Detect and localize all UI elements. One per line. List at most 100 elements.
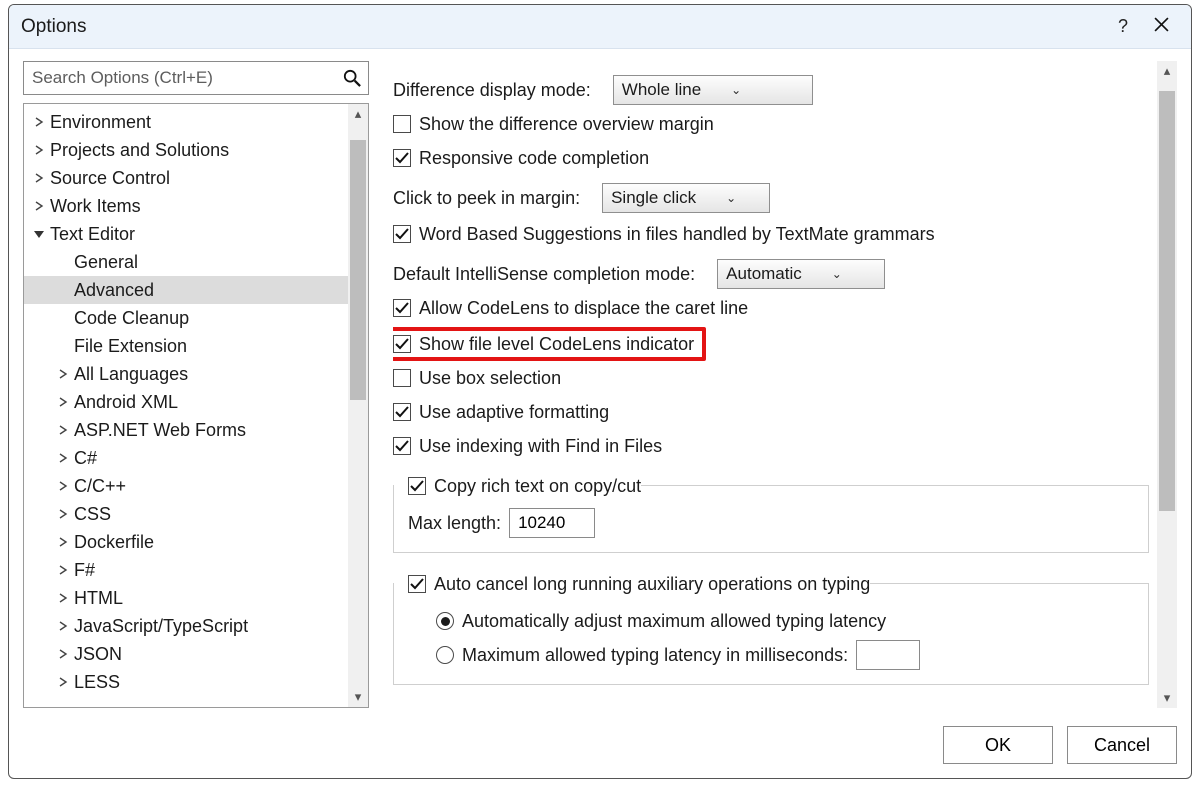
chevron-right-icon[interactable] <box>56 565 70 575</box>
chevron-right-icon[interactable] <box>32 201 46 211</box>
responsive-completion-row[interactable]: Responsive code completion <box>393 143 1149 173</box>
max-length-input[interactable] <box>509 508 595 538</box>
use-indexing-find-row[interactable]: Use indexing with Find in Files <box>393 431 1149 461</box>
chevron-right-icon[interactable] <box>32 145 46 155</box>
tree-item[interactable]: File Extension <box>24 332 348 360</box>
scroll-up-icon[interactable]: ▴ <box>1157 61 1177 81</box>
diff-mode-combo[interactable]: Whole line ⌄ <box>613 75 813 105</box>
tree-item[interactable]: JavaScript/TypeScript <box>24 612 348 640</box>
responsive-completion-checkbox[interactable] <box>393 149 411 167</box>
tree-scrollbar[interactable]: ▴ ▾ <box>348 104 368 707</box>
chevron-down-icon: ⌄ <box>832 267 842 281</box>
tree-item[interactable]: Source Control <box>24 164 348 192</box>
tree-list[interactable]: EnvironmentProjects and Solutions Source … <box>24 104 348 707</box>
settings-content: Difference display mode: Whole line ⌄ Sh… <box>393 61 1153 708</box>
use-adaptive-formatting-row[interactable]: Use adaptive formatting <box>393 397 1149 427</box>
tree-item[interactable]: Projects and Solutions <box>24 136 348 164</box>
max-latency-row[interactable]: Maximum allowed typing latency in millis… <box>436 640 1134 670</box>
auto-cancel-row[interactable]: Auto cancel long running auxiliary opera… <box>394 570 870 598</box>
tree-item-label: CSS <box>74 504 111 525</box>
tree-item[interactable]: F# <box>24 556 348 584</box>
tree-item[interactable]: HTML <box>24 584 348 612</box>
responsive-completion-label: Responsive code completion <box>419 148 649 169</box>
scroll-thumb[interactable] <box>1159 91 1175 511</box>
tree-item[interactable]: ASP.NET Web Forms <box>24 416 348 444</box>
close-button[interactable] <box>1147 13 1175 41</box>
chevron-right-icon[interactable] <box>56 369 70 379</box>
touchpad-header: Touchpad and mouse wheel scrolling sensi… <box>394 704 786 708</box>
auto-cancel-checkbox[interactable] <box>408 575 426 593</box>
scroll-up-icon[interactable]: ▴ <box>348 104 368 124</box>
max-latency-input[interactable] <box>856 640 920 670</box>
use-adaptive-formatting-checkbox[interactable] <box>393 403 411 421</box>
tree-item[interactable]: C# <box>24 444 348 472</box>
copy-rich-text-checkbox[interactable] <box>408 477 426 495</box>
chevron-right-icon[interactable] <box>56 649 70 659</box>
chevron-right-icon[interactable] <box>56 397 70 407</box>
show-file-codelens-label: Show file level CodeLens indicator <box>419 334 694 355</box>
copy-rich-text-row[interactable]: Copy rich text on copy/cut <box>394 472 641 500</box>
use-adaptive-formatting-label: Use adaptive formatting <box>419 402 609 423</box>
scroll-down-icon[interactable]: ▾ <box>1157 688 1177 708</box>
tree-item[interactable]: Text Editor <box>24 220 348 248</box>
tree-item[interactable]: CSS <box>24 500 348 528</box>
show-file-codelens-checkbox[interactable] <box>393 335 411 353</box>
ok-button[interactable]: OK <box>943 726 1053 764</box>
use-indexing-find-checkbox[interactable] <box>393 437 411 455</box>
intellisense-row: Default IntelliSense completion mode: Au… <box>393 259 1149 289</box>
cancel-button[interactable]: Cancel <box>1067 726 1177 764</box>
allow-codelens-label: Allow CodeLens to displace the caret lin… <box>419 298 748 319</box>
max-latency-radio[interactable] <box>436 646 454 664</box>
tree-item[interactable]: C/C++ <box>24 472 348 500</box>
use-box-selection-checkbox[interactable] <box>393 369 411 387</box>
settings-pane: Difference display mode: Whole line ⌄ Sh… <box>393 61 1177 708</box>
search-input[interactable] <box>23 61 369 95</box>
show-diff-margin-row[interactable]: Show the difference overview margin <box>393 109 1149 139</box>
chevron-right-icon[interactable] <box>56 453 70 463</box>
auto-adjust-latency-label: Automatically adjust maximum allowed typ… <box>462 611 886 632</box>
auto-adjust-latency-radio[interactable] <box>436 612 454 630</box>
chevron-right-icon[interactable] <box>56 537 70 547</box>
tree-item[interactable]: All Languages <box>24 360 348 388</box>
scroll-down-icon[interactable]: ▾ <box>348 687 368 707</box>
tree-item[interactable]: Android XML <box>24 388 348 416</box>
max-latency-label: Maximum allowed typing latency in millis… <box>462 645 848 666</box>
use-box-selection-row[interactable]: Use box selection <box>393 363 1149 393</box>
diff-mode-row: Difference display mode: Whole line ⌄ <box>393 75 1149 105</box>
chevron-right-icon[interactable] <box>56 621 70 631</box>
chevron-right-icon[interactable] <box>56 481 70 491</box>
help-button[interactable]: ? <box>1109 13 1137 41</box>
chevron-down-icon[interactable] <box>32 229 46 239</box>
chevron-right-icon[interactable] <box>32 117 46 127</box>
tree-item[interactable]: Environment <box>24 108 348 136</box>
chevron-right-icon[interactable] <box>56 425 70 435</box>
click-peek-combo[interactable]: Single click ⌄ <box>602 183 770 213</box>
chevron-right-icon[interactable] <box>32 173 46 183</box>
tree-item[interactable]: JSON <box>24 640 348 668</box>
word-suggestions-checkbox[interactable] <box>393 225 411 243</box>
intellisense-combo[interactable]: Automatic ⌄ <box>717 259 885 289</box>
chevron-right-icon[interactable] <box>56 677 70 687</box>
show-diff-margin-checkbox[interactable] <box>393 115 411 133</box>
tree-item[interactable]: LESS <box>24 668 348 696</box>
tree-item[interactable]: Code Cleanup <box>24 304 348 332</box>
content-scrollbar[interactable]: ▴ ▾ <box>1157 61 1177 708</box>
tree-item[interactable]: General <box>24 248 348 276</box>
tree-item-label: All Languages <box>74 364 188 385</box>
tree-item[interactable]: Work Items <box>24 192 348 220</box>
tree-item-label: HTML <box>74 588 123 609</box>
auto-adjust-latency-row[interactable]: Automatically adjust maximum allowed typ… <box>436 606 1134 636</box>
chevron-right-icon[interactable] <box>56 509 70 519</box>
allow-codelens-checkbox[interactable] <box>393 299 411 317</box>
tree-item[interactable]: Dockerfile <box>24 528 348 556</box>
show-file-codelens-row[interactable]: Show file level CodeLens indicator <box>393 329 694 359</box>
allow-codelens-row[interactable]: Allow CodeLens to displace the caret lin… <box>393 293 1149 323</box>
tree-item-label: Source Control <box>50 168 170 189</box>
tree-item[interactable]: Advanced <box>24 276 348 304</box>
scroll-thumb[interactable] <box>350 140 366 400</box>
chevron-right-icon[interactable] <box>56 593 70 603</box>
click-peek-value: Single click <box>611 188 696 208</box>
highlighted-setting: Show file level CodeLens indicator <box>393 327 706 361</box>
click-peek-row: Click to peek in margin: Single click ⌄ <box>393 183 1149 213</box>
word-suggestions-row[interactable]: Word Based Suggestions in files handled … <box>393 219 1149 249</box>
